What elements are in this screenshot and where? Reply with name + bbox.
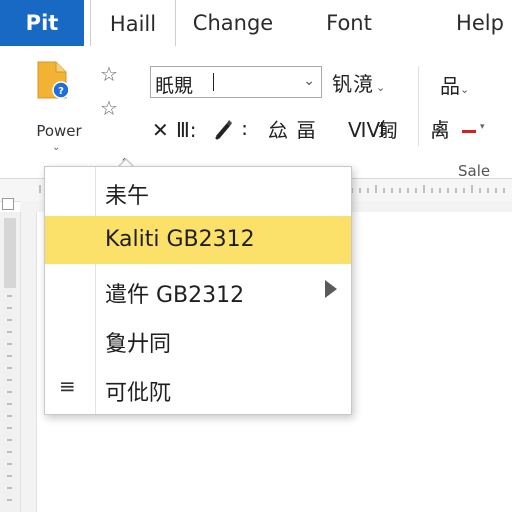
chevron-down-icon: ⌄ <box>460 83 470 96</box>
tab-haill[interactable]: Haill <box>90 0 176 47</box>
menu-item-label: Kaliti GB2312 <box>105 227 255 252</box>
text-caret <box>213 73 214 91</box>
font-size-dropdown[interactable]: 钒滰 ⌄ <box>332 68 386 97</box>
close-format-button[interactable]: ✕ <box>152 118 169 142</box>
tab-font[interactable]: Font <box>312 0 386 46</box>
format-button[interactable]: 厽 <box>268 118 288 142</box>
ribbon-tab-bar: Pit Haill Change Font Help <box>0 0 512 47</box>
menu-item-submenu[interactable]: 遣仵 GB2312 <box>45 266 351 314</box>
power-button[interactable]: ? Power ⌄ <box>30 56 90 153</box>
chevron-down-icon[interactable]: ⌄ <box>303 73 315 89</box>
menu-item-label: 可仳阢 <box>105 381 172 406</box>
app-brand-tab[interactable]: Pit <box>0 0 84 46</box>
group-dropdown[interactable]: 品⌄ <box>440 70 469 99</box>
submenu-arrow-icon <box>325 280 337 298</box>
format-button[interactable]: 禼 <box>430 118 450 142</box>
power-label: Power <box>36 122 82 140</box>
menu-item-label: 敻廾同 <box>105 332 172 357</box>
font-name-combobox[interactable]: 眂覞 ⌄ <box>150 66 322 98</box>
star-outline-icon[interactable]: ☆ <box>100 64 118 84</box>
ruler-ticks <box>4 218 16 501</box>
menu-item-label: 遣仵 GB2312 <box>105 283 245 308</box>
group-icon: 品 <box>440 74 460 98</box>
tab-help[interactable]: Help <box>448 0 512 46</box>
word-processor-window: Pit Haill Change Font Help ? Power ⌄ ☆ ☆… <box>0 0 512 512</box>
tab-change[interactable]: Change <box>186 0 280 46</box>
star-outline-icon[interactable]: ☆ <box>100 98 118 118</box>
format-button[interactable]: 畐 <box>296 118 316 142</box>
chevron-down-icon: ⌄ <box>52 142 61 153</box>
ribbon-group-label: Sale <box>458 162 491 180</box>
red-dash-icon[interactable] <box>462 130 476 133</box>
ribbon-panel: ? Power ⌄ ☆ ☆ 眂覞 ⌄ 钒滰 ⌄ ✕ Ⅲ: ∶ 厽 畐 ⅥⅥ 匑 禼 <box>0 46 512 180</box>
font-name-value: 眂覞 <box>155 75 194 97</box>
tab-selector[interactable] <box>2 198 14 210</box>
font-dropdown-menu: 耒午 Kaliti GB2312 遣仵 GB2312 敻廾同 ≡ 可仳阢 <box>44 166 352 415</box>
menu-item[interactable]: 敻廾同 <box>45 315 351 363</box>
menu-item[interactable]: ≡ 可仳阢 <box>45 364 351 412</box>
pen-icon[interactable] <box>212 116 234 142</box>
vertical-ruler[interactable] <box>0 212 21 512</box>
svg-text:?: ? <box>58 86 64 97</box>
menu-item-highlighted[interactable]: Kaliti GB2312 <box>45 216 351 264</box>
chevron-down-icon[interactable]: ▾ <box>480 122 485 132</box>
font-size-label: 钒滰 <box>332 72 374 96</box>
format-button[interactable]: 匑 <box>378 118 398 142</box>
menu-item-label: 耒午 <box>105 184 150 209</box>
ribbon-separator <box>418 66 419 146</box>
format-button[interactable]: Ⅲ: <box>176 118 197 142</box>
separator-glyph: ∶ <box>242 118 248 142</box>
chevron-down-icon: ⌄ <box>376 81 387 94</box>
list-icon: ≡ <box>59 374 76 398</box>
document-power-icon: ? <box>37 61 68 99</box>
menu-item[interactable]: 耒午 <box>45 167 351 215</box>
